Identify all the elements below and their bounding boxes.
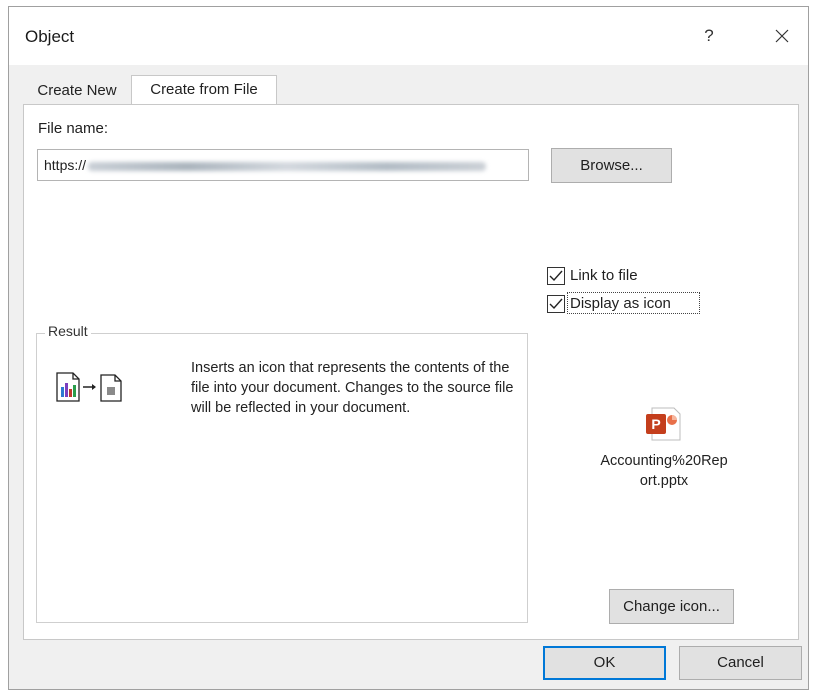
display-as-icon-checkbox[interactable] [547, 295, 565, 313]
result-description: Inserts an icon that represents the cont… [191, 360, 514, 416]
close-button[interactable] [764, 19, 800, 53]
checkmark-icon [549, 270, 563, 282]
help-button[interactable]: ? [691, 19, 727, 53]
file-name-value: https:// [44, 157, 87, 173]
cancel-button[interactable]: Cancel [679, 646, 802, 680]
title-bar: Object ? [9, 7, 808, 65]
file-name-label: File name: [38, 120, 109, 137]
powerpoint-file-icon: P [646, 407, 681, 441]
redacted-path [88, 161, 487, 171]
checkmark-icon [549, 298, 563, 310]
svg-text:P: P [651, 416, 660, 432]
embed-as-icon-diagram-icon [56, 372, 122, 402]
icon-caption-line-2: ort.pptx [639, 473, 689, 489]
create-from-file-panel: File name: https:// Browse... Link to fi… [23, 104, 799, 640]
result-group: Result Inserts an icon that represents t… [36, 323, 528, 623]
file-name-input[interactable]: https:// [37, 149, 529, 181]
dialog-title: Object [25, 27, 75, 46]
icon-caption-line-1: Accounting%20Rep [600, 453, 728, 469]
tab-create-from-file[interactable]: Create from File [131, 75, 277, 105]
browse-button[interactable]: Browse... [551, 148, 672, 183]
result-label: Result [45, 323, 91, 339]
link-to-file-checkbox[interactable] [547, 267, 565, 285]
display-as-icon-label: Display as icon [570, 295, 671, 312]
icon-caption: Accounting%20Rep ort.pptx [584, 451, 744, 491]
tab-create-new[interactable]: Create New [23, 77, 131, 105]
close-icon [775, 29, 789, 43]
change-icon-button[interactable]: Change icon... [609, 589, 734, 624]
object-dialog: Object ? Create New Create from File Fil… [8, 6, 809, 690]
ok-button[interactable]: OK [543, 646, 666, 680]
link-to-file-label: Link to file [570, 267, 638, 284]
